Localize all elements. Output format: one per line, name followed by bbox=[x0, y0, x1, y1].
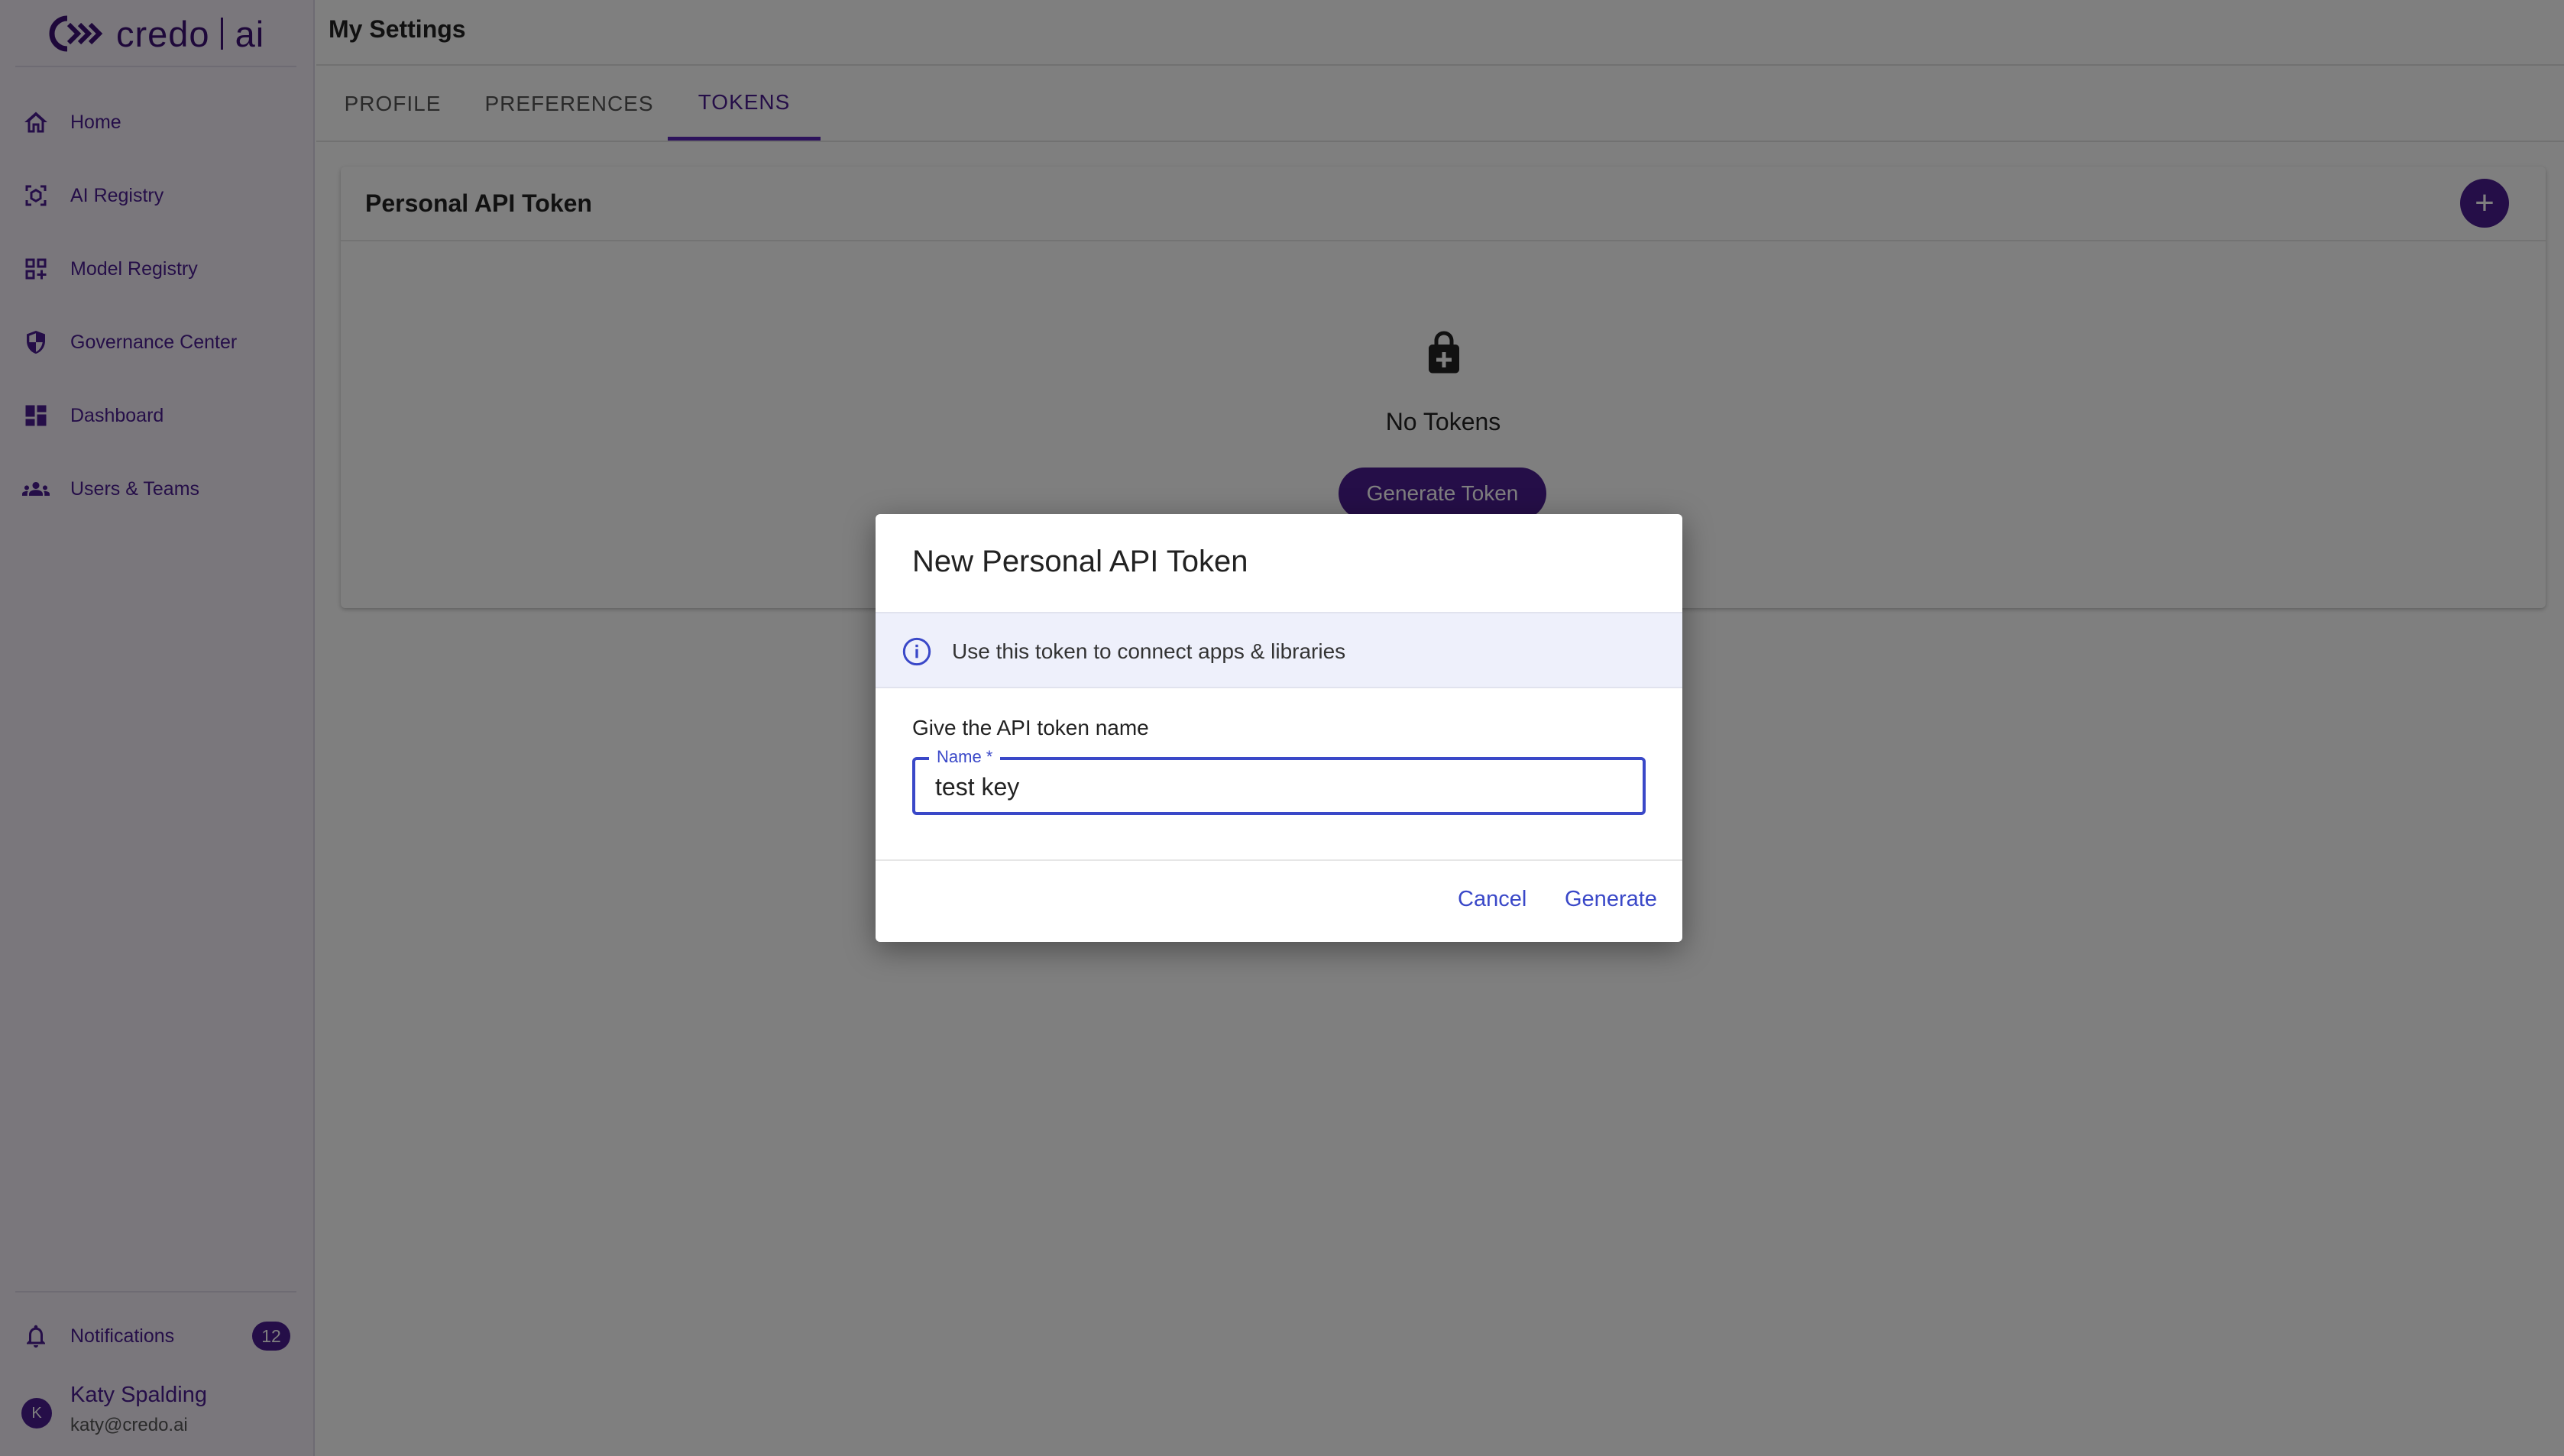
dialog-actions: Cancel Generate bbox=[876, 859, 1682, 942]
dialog-title: New Personal API Token bbox=[912, 545, 1248, 578]
token-name-input[interactable] bbox=[934, 772, 1621, 802]
token-name-label: Name * bbox=[929, 748, 1001, 766]
info-banner: Use this token to connect apps & librari… bbox=[876, 612, 1682, 688]
info-text: Use this token to connect apps & librari… bbox=[952, 639, 1346, 663]
info-icon bbox=[902, 637, 931, 666]
generate-button[interactable]: Generate bbox=[1565, 887, 1657, 912]
cancel-button[interactable]: Cancel bbox=[1458, 887, 1526, 912]
token-name-field: Name * bbox=[912, 748, 1646, 815]
field-prompt: Give the API token name bbox=[912, 716, 1149, 739]
new-token-dialog: New Personal API Token Use this token to… bbox=[876, 514, 1682, 942]
